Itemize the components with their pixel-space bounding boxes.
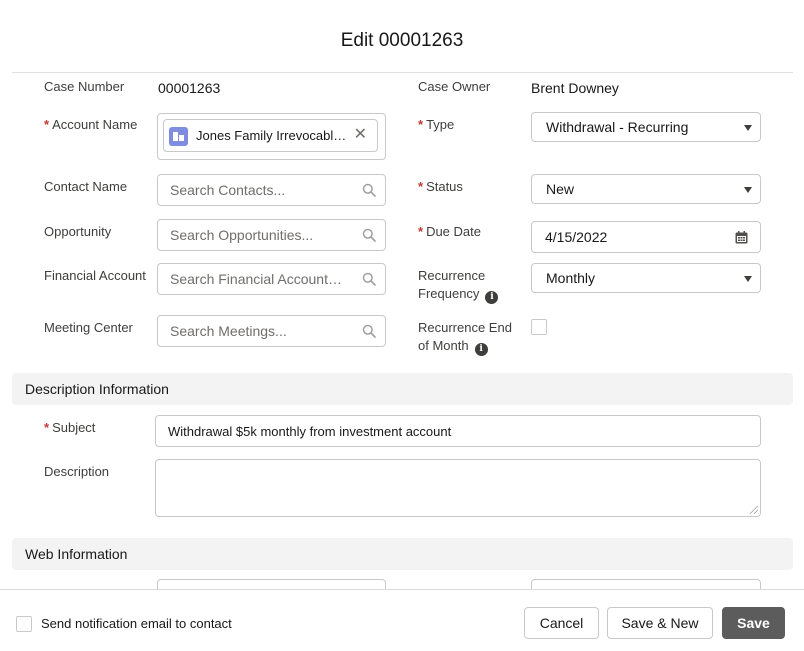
opportunity-search-placeholder: Search Opportunities... <box>170 227 314 243</box>
account-pill[interactable]: Jones Family Irrevocable Trust ✕ <box>163 119 378 152</box>
search-icon <box>362 272 376 286</box>
description-textarea[interactable] <box>155 459 761 517</box>
account-name-label: * Account Name <box>44 117 138 132</box>
type-select[interactable]: Withdrawal - Recurring <box>531 112 761 142</box>
subject-value: Withdrawal $5k monthly from investment a… <box>168 424 452 439</box>
due-date-input[interactable]: 4/15/2022 <box>531 221 761 253</box>
financial-account-label: Financial Account <box>44 268 146 283</box>
due-date-label: * Due Date <box>418 224 481 239</box>
status-select[interactable]: New <box>531 174 761 204</box>
title-divider <box>12 72 793 73</box>
recurrence-frequency-value: Monthly <box>546 270 596 286</box>
section-header-description[interactable]: Description Information <box>12 373 793 405</box>
required-marker: * <box>44 117 50 132</box>
meeting-search-placeholder: Search Meetings... <box>170 323 287 339</box>
account-icon <box>169 127 188 146</box>
type-label: * Type <box>418 117 455 132</box>
close-icon[interactable]: ✕ <box>354 126 367 144</box>
contact-search-placeholder: Search Contacts... <box>170 182 286 198</box>
contact-search-input[interactable]: Search Contacts... <box>157 174 386 206</box>
type-value: Withdrawal - Recurring <box>546 119 689 135</box>
chevron-down-icon <box>744 187 752 193</box>
case-number-label: Case Number <box>44 79 125 94</box>
financial-account-search-placeholder: Search Financial Accounts... <box>170 271 346 287</box>
account-pill-label: Jones Family Irrevocable Trust <box>196 128 350 143</box>
search-icon <box>362 324 376 338</box>
send-notification-checkbox[interactable] <box>16 616 32 632</box>
modal-title: Edit 00001263 <box>340 30 464 51</box>
due-date-value: 4/15/2022 <box>545 229 608 245</box>
section-header-web[interactable]: Web Information <box>12 538 793 570</box>
case-owner-label: Case Owner <box>418 79 491 94</box>
opportunity-search-input[interactable]: Search Opportunities... <box>157 219 386 251</box>
search-icon <box>362 228 376 242</box>
recurrence-frequency-select[interactable]: Monthly <box>531 263 761 293</box>
save-and-new-button[interactable]: Save & New <box>607 607 713 639</box>
recurrence-end-of-month-label: Recurrence End of Month i <box>418 320 512 356</box>
status-label: * Status <box>418 179 463 194</box>
contact-name-label: Contact Name <box>44 179 128 194</box>
financial-account-search-input[interactable]: Search Financial Accounts... <box>157 263 386 295</box>
info-icon[interactable]: i <box>474 343 488 356</box>
description-label: Description <box>44 464 110 479</box>
resize-handle[interactable] <box>750 506 758 514</box>
required-marker: * <box>44 420 50 435</box>
chevron-down-icon <box>744 125 752 131</box>
recurrence-end-of-month-checkbox[interactable] <box>531 319 547 335</box>
meeting-search-input[interactable]: Search Meetings... <box>157 315 386 347</box>
required-marker: * <box>418 117 424 132</box>
chevron-down-icon <box>744 276 752 282</box>
case-owner-value: Brent Downey <box>531 80 619 96</box>
meeting-center-label: Meeting Center <box>44 320 133 335</box>
send-notification-label: Send notification email to contact <box>41 616 232 631</box>
required-marker: * <box>418 179 424 194</box>
case-number-value: 00001263 <box>158 80 221 96</box>
subject-label: * Subject <box>44 420 96 435</box>
subject-input[interactable]: Withdrawal $5k monthly from investment a… <box>155 415 761 447</box>
opportunity-label: Opportunity <box>44 224 112 239</box>
cancel-button[interactable]: Cancel <box>524 607 599 639</box>
recurrence-frequency-label: Recurrence Frequency i <box>418 267 499 304</box>
save-button[interactable]: Save <box>722 607 785 639</box>
search-icon <box>362 183 376 197</box>
calendar-icon[interactable] <box>735 231 748 244</box>
account-name-field[interactable]: Jones Family Irrevocable Trust ✕ <box>157 113 386 160</box>
info-icon[interactable]: i <box>485 291 499 304</box>
modal-footer: Send notification email to contact Cance… <box>0 589 804 651</box>
status-value: New <box>546 181 575 197</box>
required-marker: * <box>418 224 424 239</box>
